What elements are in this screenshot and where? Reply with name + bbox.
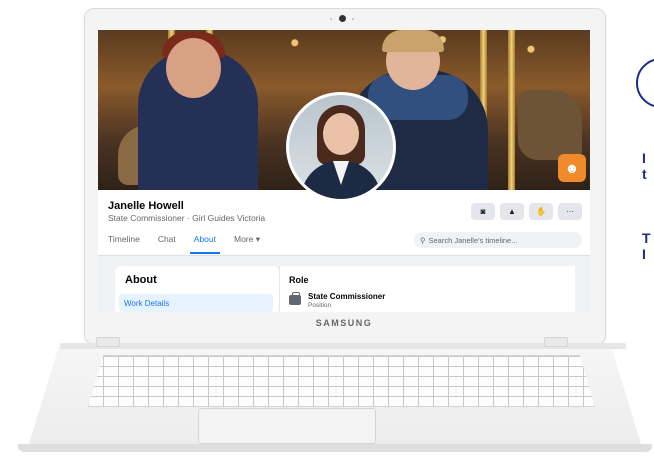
person-left-face: [166, 38, 221, 98]
about-title: About: [125, 274, 157, 286]
profile-actions: ◙ ▲ ✋ ···: [471, 203, 582, 220]
briefcase-icon: [289, 292, 301, 305]
webcam-indicator: [330, 18, 332, 20]
hinge-tab-left: [96, 337, 120, 347]
tab-timeline[interactable]: Timeline: [108, 234, 140, 250]
side-text-2: t: [642, 166, 647, 182]
role-heading: Role: [289, 275, 309, 285]
carousel-horse: [518, 90, 582, 160]
header-divider: [98, 255, 590, 256]
about-sidebar: About Work Details: [115, 266, 279, 312]
hinge-tab-right: [544, 337, 568, 347]
more-icon: ···: [566, 207, 574, 216]
about-item-work-details[interactable]: Work Details: [119, 294, 273, 312]
messenger-button[interactable]: ◙: [471, 203, 495, 220]
side-text-1: I: [642, 150, 646, 166]
person-right-hair: [382, 30, 444, 52]
webcam-icon: [339, 15, 346, 22]
side-text-4: I: [642, 246, 646, 262]
search-placeholder: Search Janelle's timeline...: [428, 235, 518, 245]
laptop-brand: SAMSUNG: [315, 318, 373, 328]
side-text-3: T: [642, 230, 651, 246]
tab-chat[interactable]: Chat: [158, 234, 176, 250]
laptop-keyboard: [88, 355, 595, 407]
circle-outline-decoration: [636, 58, 654, 108]
avatar-face: [323, 113, 359, 155]
notifications-button[interactable]: ▲: [500, 203, 524, 220]
like-button[interactable]: ✋: [529, 203, 553, 220]
group-icon[interactable]: ☻: [558, 154, 586, 182]
timeline-search-input[interactable]: ⚲ Search Janelle's timeline...: [414, 232, 582, 248]
search-icon: ⚲: [420, 235, 426, 245]
profile-name[interactable]: Janelle Howell: [108, 200, 184, 212]
role-section: Role State Commissioner Position: [279, 266, 575, 312]
laptop-screen: ☻ Janelle Howell State Commissioner · Gi…: [98, 30, 590, 312]
role-name: State Commissioner: [308, 292, 386, 301]
laptop-base-edge: [18, 444, 652, 452]
tab-more[interactable]: More ▾: [234, 234, 260, 250]
laptop-touchpad: [198, 408, 376, 444]
carousel-pole: [508, 30, 515, 190]
messenger-icon: ◙: [480, 207, 486, 216]
thumbs-up-icon: ✋: [536, 207, 546, 216]
more-options-button[interactable]: ···: [558, 203, 582, 220]
profile-subtitle: State Commissioner · Girl Guides Victori…: [108, 213, 266, 223]
bell-icon: ▲: [508, 207, 516, 216]
laptop-hinge: [60, 343, 626, 349]
profile-tabs: Timeline Chat About More ▾: [108, 234, 260, 254]
webcam-indicator: [352, 18, 354, 20]
avatar: [289, 95, 393, 199]
profile-picture[interactable]: [286, 92, 396, 202]
role-label: Position: [308, 302, 332, 309]
tab-about[interactable]: About: [189, 234, 221, 254]
